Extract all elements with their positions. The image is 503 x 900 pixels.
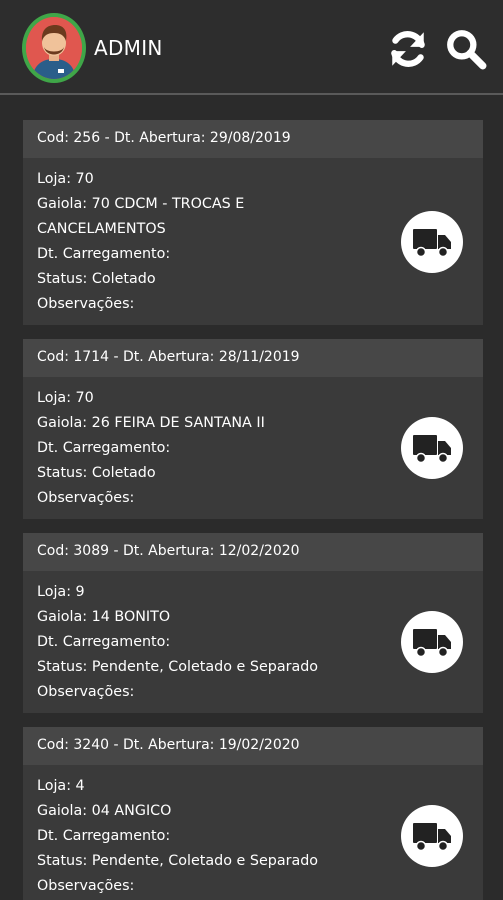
order-card-body: Loja: 70 Gaiola: 26 FEIRA DE SANTANA II …	[23, 377, 483, 519]
observacoes-text: Observações:	[37, 684, 135, 700]
observacoes-text: Observações:	[37, 878, 135, 894]
search-icon	[447, 30, 487, 70]
gaiola-text: Gaiola: 26 FEIRA DE SANTANA II	[37, 415, 265, 431]
order-card-body: Loja: 4 Gaiola: 04 ANGICO Dt. Carregamen…	[23, 765, 483, 900]
status-text: Status: Coletado	[37, 465, 156, 481]
truck-icon	[413, 823, 451, 852]
gaiola-text: Gaiola: 04 ANGICO	[37, 803, 172, 819]
loja-text: Loja: 9	[37, 584, 85, 600]
search-button[interactable]	[445, 28, 487, 70]
order-card-header: Cod: 256 - Dt. Abertura: 29/08/2019	[23, 120, 483, 158]
order-card-header: Cod: 3240 - Dt. Abertura: 19/02/2020	[23, 727, 483, 765]
order-card-header: Cod: 1714 - Dt. Abertura: 28/11/2019	[23, 339, 483, 377]
loja-text: Loja: 4	[37, 778, 85, 794]
refresh-button[interactable]	[387, 28, 429, 70]
truck-icon	[413, 228, 451, 257]
gaiola-text: Gaiola: 70 CDCM - TROCAS E	[37, 196, 245, 212]
truck-button[interactable]	[401, 611, 463, 673]
gaiola-text: Gaiola: 14 BONITO	[37, 609, 171, 625]
truck-button[interactable]	[401, 417, 463, 479]
status-text: Status: Pendente, Coletado e Separado	[37, 853, 319, 869]
gaiola-text-continued: CANCELAMENTOS	[37, 221, 166, 237]
truck-icon	[413, 629, 451, 658]
truck-button[interactable]	[401, 805, 463, 867]
carregamento-text: Dt. Carregamento:	[37, 246, 171, 262]
refresh-icon	[391, 31, 425, 67]
order-card[interactable]: Cod: 3089 - Dt. Abertura: 12/02/2020 Loj…	[23, 533, 483, 713]
order-card[interactable]: Cod: 256 - Dt. Abertura: 29/08/2019 Loja…	[23, 120, 483, 325]
loja-text: Loja: 70	[37, 171, 94, 187]
status-text: Status: Pendente, Coletado e Separado	[37, 659, 319, 675]
status-text: Status: Coletado	[37, 271, 156, 287]
top-bar: ADMIN	[0, 0, 503, 95]
avatar[interactable]	[22, 13, 86, 83]
truck-icon	[413, 435, 451, 464]
user-avatar-icon	[26, 17, 82, 79]
carregamento-text: Dt. Carregamento:	[37, 828, 171, 844]
order-card-header: Cod: 3089 - Dt. Abertura: 12/02/2020	[23, 533, 483, 571]
order-card-body: Loja: 9 Gaiola: 14 BONITO Dt. Carregamen…	[23, 571, 483, 713]
truck-button[interactable]	[401, 210, 463, 273]
order-card-body: Loja: 70 Gaiola: 70 CDCM - TROCAS E CANC…	[23, 158, 483, 325]
order-card[interactable]: Cod: 1714 - Dt. Abertura: 28/11/2019 Loj…	[23, 339, 483, 519]
observacoes-text: Observações:	[37, 296, 135, 312]
loja-text: Loja: 70	[37, 390, 94, 406]
carregamento-text: Dt. Carregamento:	[37, 634, 171, 650]
order-card[interactable]: Cod: 3240 - Dt. Abertura: 19/02/2020 Loj…	[23, 727, 483, 900]
carregamento-text: Dt. Carregamento:	[37, 440, 171, 456]
app-title: ADMIN	[94, 36, 163, 60]
observacoes-text: Observações:	[37, 490, 135, 506]
